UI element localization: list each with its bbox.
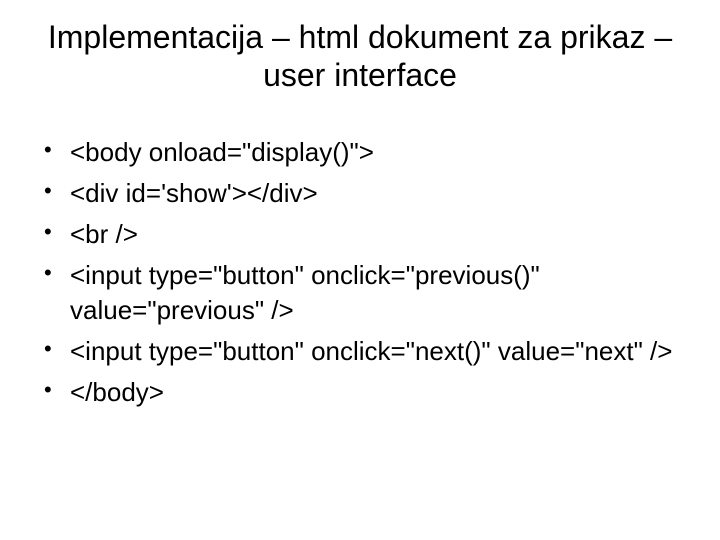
- list-item: <body onload="display()">: [38, 135, 690, 170]
- list-item: </body>: [38, 375, 690, 410]
- slide-content: <body onload="display()"> <div id='show'…: [30, 135, 690, 411]
- list-item: <br />: [38, 217, 690, 252]
- list-item: <input type="button" onclick="previous()…: [38, 258, 690, 328]
- bullet-list: <body onload="display()"> <div id='show'…: [38, 135, 690, 411]
- list-item: <div id='show'></div>: [38, 176, 690, 211]
- list-item: <input type="button" onclick="next()" va…: [38, 334, 690, 369]
- slide: Implementacija – html dokument za prikaz…: [0, 0, 720, 446]
- slide-title: Implementacija – html dokument za prikaz…: [30, 18, 690, 95]
